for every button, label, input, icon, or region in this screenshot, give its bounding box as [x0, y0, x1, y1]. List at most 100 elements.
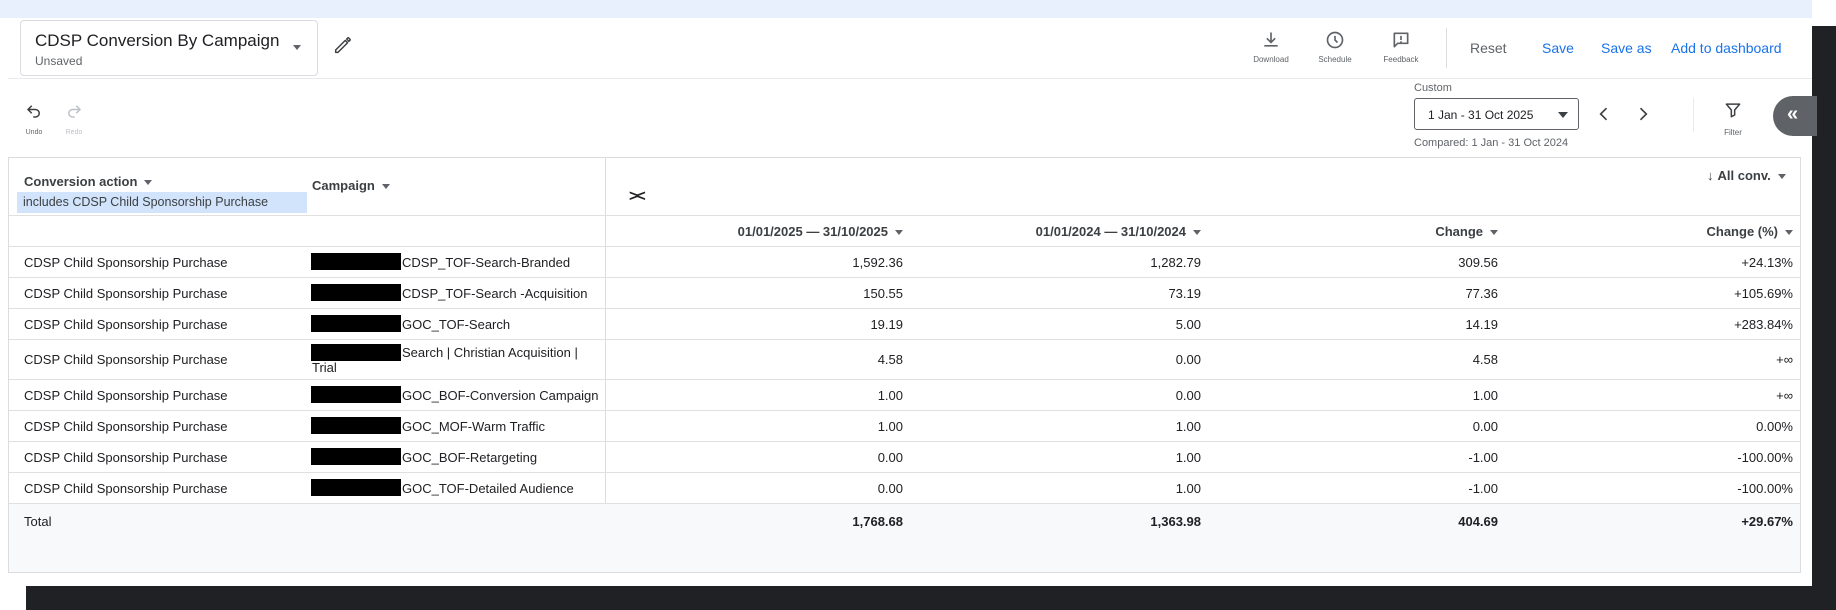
conversion-action-header-label: Conversion action [24, 174, 138, 189]
report-selector[interactable]: CDSP Conversion By Campaign Unsaved [20, 20, 318, 76]
column-header-row: 01/01/2025 — 31/10/2025 01/01/2024 — 31/… [9, 216, 1800, 246]
conversion-action-cell: CDSP Child Sponsorship Purchase [24, 388, 228, 403]
metric-selector[interactable]: ↓ All conv. [1707, 168, 1786, 183]
clock-icon [1326, 31, 1344, 49]
value-2024-cell: 5.00 [1175, 317, 1201, 332]
chevron-down-icon [293, 45, 301, 50]
conversion-action-cell: CDSP Child Sponsorship Purchase [24, 450, 228, 465]
change-cell: 0.00 [1472, 419, 1498, 434]
redacted-block [311, 417, 401, 434]
campaign-cell[interactable]: Search | Christian Acquisition | [402, 345, 578, 360]
redo-label: Redo [65, 129, 83, 136]
sort-down-icon: ↓ [1707, 168, 1714, 183]
table-row[interactable]: CDSP Child Sponsorship Purchase CDSP_TOF… [9, 278, 1800, 308]
campaign-cell[interactable]: GOC_TOF-Detailed Audience [402, 481, 574, 496]
campaign-cell[interactable]: GOC_TOF-Search [402, 317, 510, 332]
conversion-action-filter-chip[interactable]: includes CDSP Child Sponsorship Purchase [17, 192, 307, 213]
redacted-block [311, 386, 401, 403]
undo-button[interactable]: Undo [19, 102, 49, 136]
total-change-pct-cell: +29.67% [1741, 514, 1793, 529]
pencil-icon [334, 37, 351, 54]
value-2024-cell: 73.19 [1168, 286, 1201, 301]
redacted-block [311, 315, 401, 332]
value-2025-cell: 1.00 [877, 388, 903, 403]
table-row[interactable]: CDSP Child Sponsorship Purchase Search |… [9, 340, 1800, 379]
header-divider [8, 78, 1812, 79]
save-button[interactable]: Save [1542, 40, 1574, 56]
add-to-dashboard-button[interactable]: Add to dashboard [1671, 40, 1782, 56]
download-button[interactable]: Download [1241, 30, 1301, 64]
change-cell: -1.00 [1468, 450, 1498, 465]
table-row[interactable]: CDSP Child Sponsorship Purchase GOC_TOF-… [9, 473, 1800, 503]
campaign-cell[interactable]: CDSP_TOF-Search -Acquisition [402, 286, 587, 301]
background-edge-bottom [26, 586, 1836, 610]
table-row[interactable]: CDSP Child Sponsorship Purchase CDSP_TOF… [9, 247, 1800, 277]
conversion-action-header[interactable]: Conversion action [24, 174, 153, 189]
toolbar-divider [1693, 98, 1694, 132]
conversion-action-cell: CDSP Child Sponsorship Purchase [24, 481, 228, 496]
schedule-button[interactable]: Schedule [1305, 30, 1365, 64]
value-2024-cell: 0.00 [1175, 352, 1201, 367]
collapse-panel-button[interactable]: « [1773, 96, 1817, 136]
conversion-action-cell: CDSP Child Sponsorship Purchase [24, 352, 228, 367]
redacted-block [311, 448, 401, 465]
value-2024-cell: 1.00 [1175, 481, 1201, 496]
previous-period-button[interactable] [1594, 104, 1614, 124]
filter-icon [1725, 103, 1741, 118]
campaign-cell[interactable]: GOC_MOF-Warm Traffic [402, 419, 545, 434]
col-change-header[interactable]: Change [1435, 224, 1498, 239]
campaign-header[interactable]: Campaign [312, 178, 390, 193]
report-title: CDSP Conversion By Campaign [35, 31, 280, 50]
edit-title-button[interactable] [332, 34, 354, 56]
value-2024-cell: 1,282.79 [1150, 255, 1201, 270]
date-range-type: Custom [1414, 82, 1452, 94]
col-change-label: Change [1435, 224, 1483, 239]
table-row[interactable]: CDSP Child Sponsorship Purchase GOC_BOF-… [9, 380, 1800, 410]
campaign-cell[interactable]: GOC_BOF-Conversion Campaign [402, 388, 599, 403]
save-as-button[interactable]: Save as [1601, 40, 1652, 56]
conversion-action-cell: CDSP Child Sponsorship Purchase [24, 419, 228, 434]
redo-button[interactable]: Redo [59, 102, 89, 136]
col-2024-header[interactable]: 01/01/2024 — 31/10/2024 [1036, 224, 1201, 239]
reset-button[interactable]: Reset [1470, 40, 1507, 56]
change-pct-cell: -100.00% [1737, 450, 1793, 465]
conversion-action-cell: CDSP Child Sponsorship Purchase [24, 255, 228, 270]
campaign-header-label: Campaign [312, 178, 375, 193]
table-row[interactable]: CDSP Child Sponsorship Purchase GOC_BOF-… [9, 442, 1800, 472]
col-change-pct-header[interactable]: Change (%) [1707, 224, 1793, 239]
next-period-button[interactable] [1633, 104, 1653, 124]
feedback-label: Feedback [1383, 55, 1419, 64]
date-range-picker[interactable]: 1 Jan - 31 Oct 2025 [1414, 98, 1579, 130]
download-label: Download [1253, 55, 1289, 64]
col-2025-header[interactable]: 01/01/2025 — 31/10/2025 [738, 224, 903, 239]
value-2024-cell: 1.00 [1175, 419, 1201, 434]
double-chevron-left-icon: « [1787, 103, 1799, 125]
change-pct-cell: -100.00% [1737, 481, 1793, 496]
redo-icon [68, 105, 82, 118]
redacted-block [311, 253, 401, 270]
table-row[interactable]: CDSP Child Sponsorship Purchase GOC_TOF-… [9, 309, 1800, 339]
feedback-button[interactable]: Feedback [1371, 30, 1431, 64]
value-2025-cell: 150.55 [863, 286, 903, 301]
redacted-block [311, 479, 401, 496]
change-cell: 4.58 [1472, 352, 1498, 367]
change-pct-cell: +105.69% [1734, 286, 1793, 301]
change-cell: -1.00 [1468, 481, 1498, 496]
redacted-block [311, 344, 401, 361]
value-2025-cell: 1.00 [877, 419, 903, 434]
report-table: Conversion action includes CDSP Child Sp… [8, 157, 1801, 573]
metric-label: All conv. [1717, 168, 1771, 183]
schedule-label: Schedule [1318, 55, 1352, 64]
conversion-action-cell: CDSP Child Sponsorship Purchase [24, 286, 228, 301]
change-pct-cell: +∞ [1776, 352, 1793, 367]
compared-range: Compared: 1 Jan - 31 Oct 2024 [1414, 137, 1569, 149]
campaign-cell[interactable]: CDSP_TOF-Search-Branded [402, 255, 570, 270]
expand-columns-icon[interactable]: >< [629, 188, 646, 206]
filter-button[interactable]: Filter [1713, 100, 1753, 137]
total-label: Total [24, 514, 52, 529]
total-change-cell: 404.69 [1458, 514, 1498, 529]
undo-label: Undo [25, 129, 43, 136]
change-cell: 1.00 [1472, 388, 1498, 403]
campaign-cell[interactable]: GOC_BOF-Retargeting [402, 450, 537, 465]
table-row[interactable]: CDSP Child Sponsorship Purchase GOC_MOF-… [9, 411, 1800, 441]
